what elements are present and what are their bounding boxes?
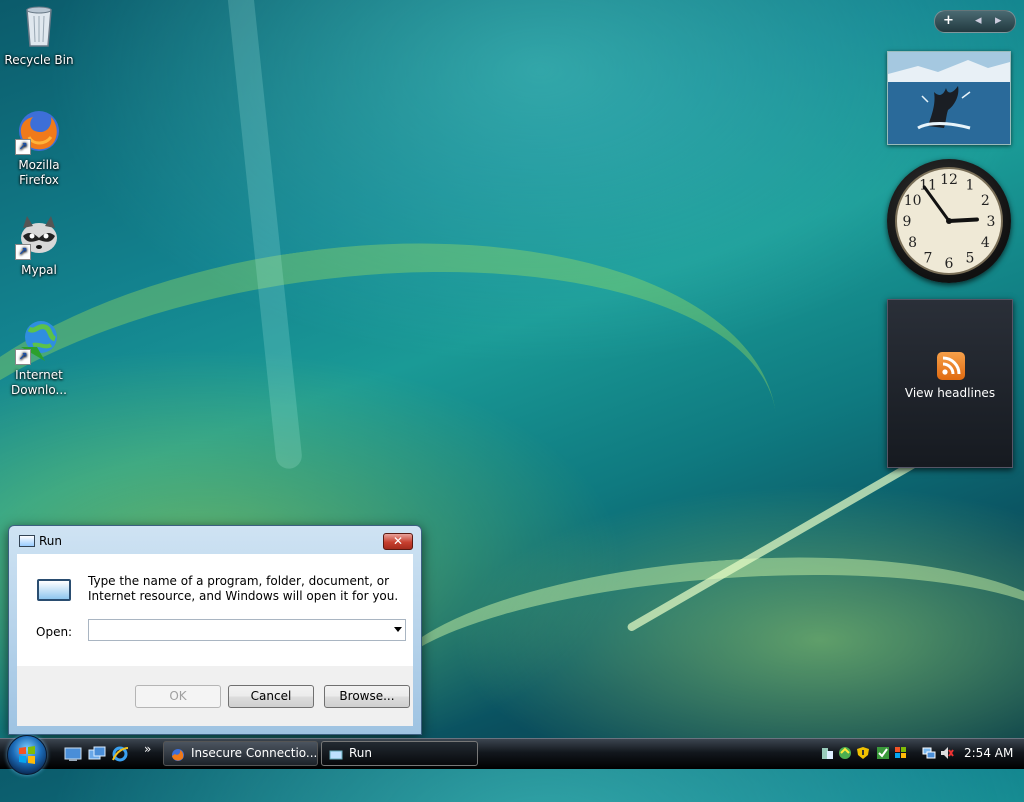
firefox-icon — [171, 747, 185, 761]
clock-numeral: 5 — [966, 250, 975, 266]
clock-numeral: 1 — [966, 178, 975, 194]
taskbar-button-run[interactable]: Run — [321, 741, 478, 766]
feed-headlines-gadget[interactable]: View headlines — [887, 299, 1013, 468]
close-button[interactable]: ✕ — [383, 533, 413, 550]
desktop-icon-label: Internet Downlo... — [11, 368, 67, 397]
tray-volume-muted-icon[interactable] — [940, 746, 954, 760]
windows-logo-icon — [19, 746, 35, 764]
run-dialog-titlebar[interactable]: Run ✕ — [9, 526, 421, 554]
clock-gadget[interactable]: 12 1 2 3 4 5 6 7 8 9 10 11 — [887, 159, 1011, 283]
previous-gadget-button[interactable]: ◂ — [975, 13, 982, 28]
clock-numeral: 12 — [940, 172, 958, 188]
desktop-icon-firefox[interactable]: ↗ Mozilla Firefox — [1, 107, 77, 188]
clock-numeral: 6 — [945, 256, 954, 272]
tray-checkmark-icon[interactable] — [876, 746, 890, 760]
window-title: Run — [39, 534, 63, 548]
clock-numeral: 3 — [987, 214, 996, 230]
tray-network-icon[interactable] — [922, 746, 936, 760]
clock-numeral: 10 — [904, 193, 922, 209]
recycle-bin-icon — [15, 2, 63, 50]
desktop-icon-recycle-bin[interactable]: Recycle Bin — [1, 2, 77, 68]
desktop-icon-label: Mypal — [21, 263, 57, 277]
clock-numeral: 2 — [981, 193, 990, 209]
tray-windows-flag-icon[interactable] — [894, 746, 908, 760]
run-window-icon — [329, 747, 343, 761]
wallpaper-streak — [222, 0, 304, 470]
switch-windows-icon[interactable] — [88, 746, 106, 762]
whale-tail-photo — [888, 52, 1010, 144]
taskbar-button-label: Run — [349, 746, 373, 760]
chevron-down-icon[interactable] — [394, 627, 402, 632]
run-window-icon — [19, 535, 35, 547]
taskbar-button-firefox[interactable]: Insecure Connectio... — [163, 741, 318, 766]
clock-numeral: 4 — [981, 235, 990, 251]
open-combobox-input[interactable] — [88, 619, 406, 641]
desktop-icon-mypal[interactable]: ↗ Mypal — [1, 212, 77, 278]
sidebar-gadget-toolbar: + ◂ ▸ — [934, 10, 1016, 33]
run-dialog-content: Type the name of a program, folder, docu… — [17, 554, 413, 666]
add-gadget-button[interactable]: + — [943, 13, 954, 28]
slideshow-gadget[interactable] — [887, 51, 1011, 145]
clock-hour-hand — [947, 217, 979, 223]
cancel-button[interactable]: Cancel — [228, 685, 314, 708]
show-desktop-icon[interactable] — [64, 746, 82, 762]
open-label: Open: — [36, 625, 73, 639]
mypal-raccoon-icon: ↗ — [15, 212, 63, 260]
tray-device-icon[interactable] — [820, 746, 834, 760]
shortcut-arrow-icon: ↗ — [15, 349, 31, 365]
next-gadget-button[interactable]: ▸ — [995, 13, 1002, 28]
browse-button[interactable]: Browse... — [324, 685, 410, 708]
desktop-icon-label: Mozilla Firefox — [18, 158, 60, 187]
internet-explorer-icon[interactable] — [111, 746, 129, 762]
download-manager-globe-icon: ↗ — [15, 317, 63, 365]
ok-button[interactable]: OK — [135, 685, 221, 708]
start-button[interactable] — [7, 735, 47, 775]
desktop-icon-internet-download-manager[interactable]: ↗ Internet Downlo... — [1, 317, 77, 398]
clock-center-pin — [946, 218, 952, 224]
run-dialog: Run ✕ Type the name of a program, folder… — [8, 525, 422, 735]
clock-numeral: 7 — [924, 250, 933, 266]
run-dialog-body: Type the name of a program, folder, docu… — [17, 554, 413, 726]
shortcut-arrow-icon: ↗ — [15, 139, 31, 155]
run-description: Type the name of a program, folder, docu… — [88, 574, 399, 603]
clock-face: 12 1234567891011 — [895, 167, 1003, 275]
taskbar: » Insecure Connectio... Run 2:54 AM — [0, 735, 1024, 775]
desktop-icon-label: Recycle Bin — [4, 53, 74, 67]
shortcut-arrow-icon: ↗ — [15, 244, 31, 260]
clock-numeral: 9 — [903, 214, 912, 230]
quick-launch-more-button[interactable]: » — [144, 742, 151, 756]
tray-update-icon[interactable] — [838, 746, 852, 760]
taskbar-button-label: Insecure Connectio... — [191, 746, 318, 760]
tray-security-shield-icon[interactable] — [856, 746, 870, 760]
run-program-icon — [37, 579, 71, 601]
taskbar-clock[interactable]: 2:54 AM — [964, 746, 1013, 760]
clock-numeral: 8 — [908, 235, 917, 251]
view-headlines-label[interactable]: View headlines — [888, 386, 1012, 400]
firefox-icon: ↗ — [15, 107, 63, 155]
rss-feed-icon — [937, 352, 965, 380]
